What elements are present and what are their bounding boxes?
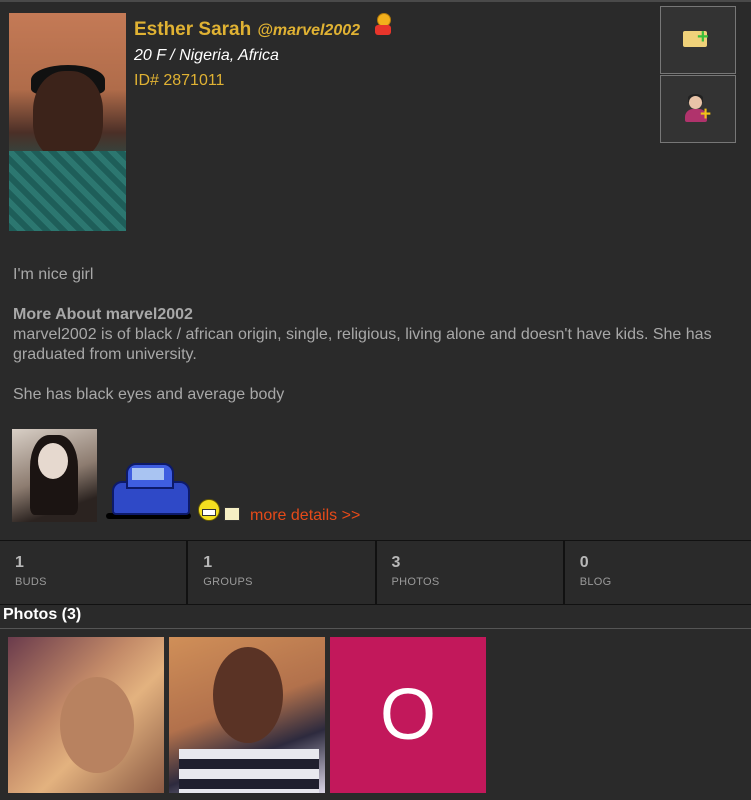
stat-groups[interactable]: 1 GROUPS [188, 541, 377, 604]
profile-name: Esther Sarah [134, 19, 252, 40]
stat-buds[interactable]: 1 BUDS [0, 541, 189, 604]
profile-age-location: 20 F / Nigeria, Africa [134, 47, 279, 64]
photos-section-title: Photos (3) [3, 606, 82, 623]
bio-more-text: marvel2002 is of black / african origin,… [13, 326, 712, 363]
smiley-drink-icon[interactable] [198, 497, 242, 521]
photos-divider [0, 628, 751, 629]
profile-avatar[interactable] [9, 13, 126, 231]
stat-label: GROUPS [203, 576, 253, 588]
profile-id: ID# 2871011 [134, 72, 225, 89]
stat-blog[interactable]: 0 BLOG [565, 541, 751, 604]
car-gift-icon[interactable] [106, 459, 191, 521]
avatar-face [33, 71, 103, 159]
stat-value: 0 [579, 554, 589, 571]
stat-value: 3 [391, 554, 401, 571]
top-divider [0, 0, 751, 2]
bio-more-heading: More About marvel2002 [13, 306, 193, 323]
avatar-shirt [9, 151, 126, 231]
stat-value: 1 [203, 554, 213, 571]
stat-value: 1 [15, 554, 24, 571]
medal-badge-icon [375, 13, 391, 37]
bio-appearance: She has black eyes and average body [13, 386, 285, 403]
placeholder-letter: O [379, 675, 436, 755]
gift-portrait-image[interactable] [12, 429, 97, 522]
stat-photos[interactable]: 3 PHOTOS [377, 541, 565, 604]
stat-label: BUDS [15, 576, 47, 588]
photo-placeholder-tile[interactable]: O [330, 637, 486, 793]
add-friend-button[interactable]: + [660, 75, 736, 143]
photo-thumbnail[interactable] [8, 637, 164, 793]
message-add-icon: + [683, 27, 713, 53]
profile-bio: I'm nice girl More About marvel2002 marv… [13, 265, 733, 405]
stat-label: PHOTOS [391, 576, 440, 588]
profile-handle[interactable]: @marvel2002 [257, 22, 360, 40]
profile-stats: 1 BUDS 1 GROUPS 3 PHOTOS 0 BLOG [0, 540, 751, 605]
stat-label: BLOG [579, 576, 612, 588]
add-friend-icon: + [683, 94, 713, 124]
send-message-button[interactable]: + [660, 6, 736, 74]
bio-intro: I'm nice girl [13, 266, 94, 283]
more-details-link[interactable]: more details >> [250, 507, 360, 525]
photo-thumbnail[interactable] [169, 637, 325, 793]
profile-name-row: Esther Sarah @marvel2002 [134, 19, 360, 45]
